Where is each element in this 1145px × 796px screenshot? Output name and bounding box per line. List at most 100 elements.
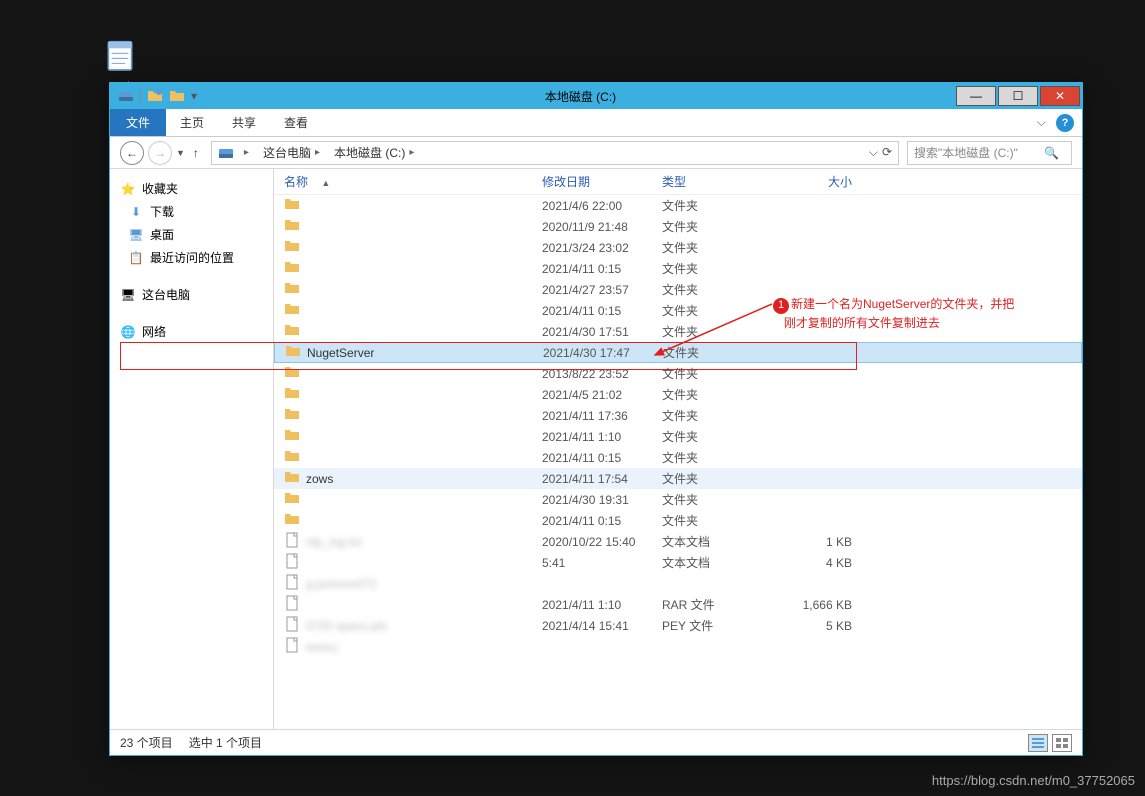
- refresh-icon[interactable]: ⟳: [882, 145, 892, 160]
- file-row[interactable]: 2021/4/30 19:31文件夹: [274, 489, 1082, 510]
- window-title: 本地磁盘 (C:): [205, 88, 956, 105]
- breadcrumb-pc[interactable]: 这台电脑▸: [259, 142, 324, 163]
- file-row[interactable]: 5:41文本文档4 KB: [274, 552, 1082, 573]
- address-dropdown-icon[interactable]: ⌵: [869, 145, 878, 160]
- file-icon: [284, 616, 300, 635]
- nav-history-dropdown[interactable]: ▼: [176, 148, 185, 158]
- file-row[interactable]: 2021/4/6 22:00文件夹: [274, 195, 1082, 216]
- file-name: [306, 199, 309, 213]
- tab-view[interactable]: 查看: [270, 108, 322, 137]
- notepad-icon: [100, 35, 140, 75]
- file-type: 文件夹: [662, 386, 762, 403]
- file-size: 1 KB: [762, 535, 852, 549]
- file-row[interactable]: 2021/4/11 0:15文件夹: [274, 258, 1082, 279]
- nav-back-button[interactable]: ←: [120, 141, 144, 165]
- file-type: 文件夹: [663, 344, 763, 361]
- file-row[interactable]: www.j: [274, 636, 1082, 657]
- folder-icon: [284, 469, 300, 488]
- file-type: 文件夹: [662, 365, 762, 382]
- folder-icon: [284, 238, 300, 257]
- folder-icon: [284, 217, 300, 236]
- network-icon: 🌐: [120, 324, 136, 340]
- view-details-button[interactable]: [1028, 734, 1048, 752]
- breadcrumb-drive[interactable]: 本地磁盘 (C:)▸: [330, 142, 418, 163]
- file-date: 2021/4/11 17:36: [542, 409, 662, 423]
- file-row[interactable]: 2021/4/11 1:10文件夹: [274, 426, 1082, 447]
- computer-icon: 🖥: [120, 287, 136, 303]
- folder-icon: [284, 385, 300, 404]
- nav-up-button[interactable]: ↑: [193, 146, 199, 160]
- tab-file[interactable]: 文件: [110, 109, 166, 136]
- column-date[interactable]: 修改日期: [542, 173, 662, 190]
- sidebar-item-network[interactable]: 🌐网络: [110, 320, 273, 343]
- column-size[interactable]: 大小: [762, 173, 852, 190]
- sidebar-item-favorites[interactable]: ⭐收藏夹: [110, 177, 273, 200]
- sidebar-item-pc[interactable]: 🖥这台电脑: [110, 283, 273, 306]
- sidebar-item-downloads[interactable]: ⬇下载: [110, 200, 273, 223]
- nav-forward-button[interactable]: →: [148, 141, 172, 165]
- file-row[interactable]: 2021/4/11 17:36文件夹: [274, 405, 1082, 426]
- search-input[interactable]: [914, 146, 1044, 160]
- view-large-button[interactable]: [1052, 734, 1072, 752]
- file-size: 5 KB: [762, 619, 852, 633]
- maximize-button[interactable]: ☐: [998, 86, 1038, 106]
- search-icon[interactable]: 🔍: [1044, 146, 1059, 160]
- tab-home[interactable]: 主页: [166, 108, 218, 137]
- file-type: 文件夹: [662, 428, 762, 445]
- drive-icon: [218, 145, 234, 161]
- star-icon: ⭐: [120, 181, 136, 197]
- file-type: 文件夹: [662, 407, 762, 424]
- file-date: 2021/4/14 15:41: [542, 619, 662, 633]
- file-name: [306, 409, 309, 423]
- navbar: ← → ▼ ↑ ▸ 这台电脑▸ 本地磁盘 (C:)▸ ⌵ ⟳ 🔍: [110, 137, 1082, 169]
- recent-icon: 📋: [128, 250, 144, 266]
- file-name: [306, 283, 309, 297]
- ribbon-expand-icon[interactable]: ⌵: [1037, 115, 1046, 130]
- file-row[interactable]: 2020/11/9 21:48文件夹: [274, 216, 1082, 237]
- sidebar-item-desktop[interactable]: 🖥桌面: [110, 223, 273, 246]
- file-date: 2021/4/6 22:00: [542, 199, 662, 213]
- file-row[interactable]: 2021/4/11 0:15文件夹: [274, 447, 1082, 468]
- folder-icon: [284, 196, 300, 215]
- newfolder-icon[interactable]: [147, 88, 163, 104]
- file-pane: 名称 ▲ 修改日期 类型 大小 2021/4/6 22:00文件夹 2020/1…: [274, 169, 1082, 729]
- search-box[interactable]: 🔍: [907, 141, 1072, 165]
- folder-icon: [284, 427, 300, 446]
- column-type[interactable]: 类型: [662, 173, 762, 190]
- file-row[interactable]: 0720 space.pfx2021/4/14 15:41PEY 文件5 KB: [274, 615, 1082, 636]
- file-name: [306, 367, 309, 381]
- column-name[interactable]: 名称 ▲: [284, 173, 542, 190]
- folder-icon: [284, 490, 300, 509]
- address-bar[interactable]: ▸ 这台电脑▸ 本地磁盘 (C:)▸ ⌵ ⟳: [211, 141, 899, 165]
- file-type: 文本文档: [662, 533, 762, 550]
- file-row[interactable]: ntp_log.txt2020/10/22 15:40文本文档1 KB: [274, 531, 1082, 552]
- sidebar-item-recent[interactable]: 📋最近访问的位置: [110, 246, 273, 269]
- file-row[interactable]: NugetServer2021/4/30 17:47文件夹: [274, 342, 1082, 363]
- file-row[interactable]: 2021/4/11 0:15文件夹: [274, 510, 1082, 531]
- minimize-button[interactable]: —: [956, 86, 996, 106]
- file-icon: [284, 574, 300, 593]
- drive-icon: [118, 88, 134, 104]
- file-name: 0720 space.pfx: [306, 619, 387, 633]
- titlebar[interactable]: ▾ 本地磁盘 (C:) — ☐ ✕: [110, 83, 1082, 109]
- close-button[interactable]: ✕: [1040, 86, 1080, 106]
- file-icon: [284, 532, 300, 551]
- help-icon[interactable]: ?: [1056, 114, 1074, 132]
- file-row[interactable]: 2021/3/24 23:02文件夹: [274, 237, 1082, 258]
- annotation-bullet: 1: [773, 298, 789, 314]
- file-row[interactable]: 2021/4/5 21:02文件夹: [274, 384, 1082, 405]
- file-name: [306, 262, 309, 276]
- folder-icon[interactable]: [169, 88, 185, 104]
- file-date: 2021/4/27 23:57: [542, 283, 662, 297]
- file-row[interactable]: g.jackson072: [274, 573, 1082, 594]
- tab-share[interactable]: 共享: [218, 108, 270, 137]
- status-item-count: 23 个项目: [120, 734, 173, 751]
- file-row[interactable]: zows2021/4/11 17:54文件夹: [274, 468, 1082, 489]
- file-type: 文件夹: [662, 302, 762, 319]
- file-size: 4 KB: [762, 556, 852, 570]
- file-row[interactable]: 2013/8/22 23:52文件夹: [274, 363, 1082, 384]
- watermark: https://blog.csdn.net/m0_37752065: [932, 773, 1135, 788]
- folder-icon: [285, 343, 301, 362]
- file-date: 2021/4/11 17:54: [542, 472, 662, 486]
- file-row[interactable]: 2021/4/11 1:10RAR 文件1,666 KB: [274, 594, 1082, 615]
